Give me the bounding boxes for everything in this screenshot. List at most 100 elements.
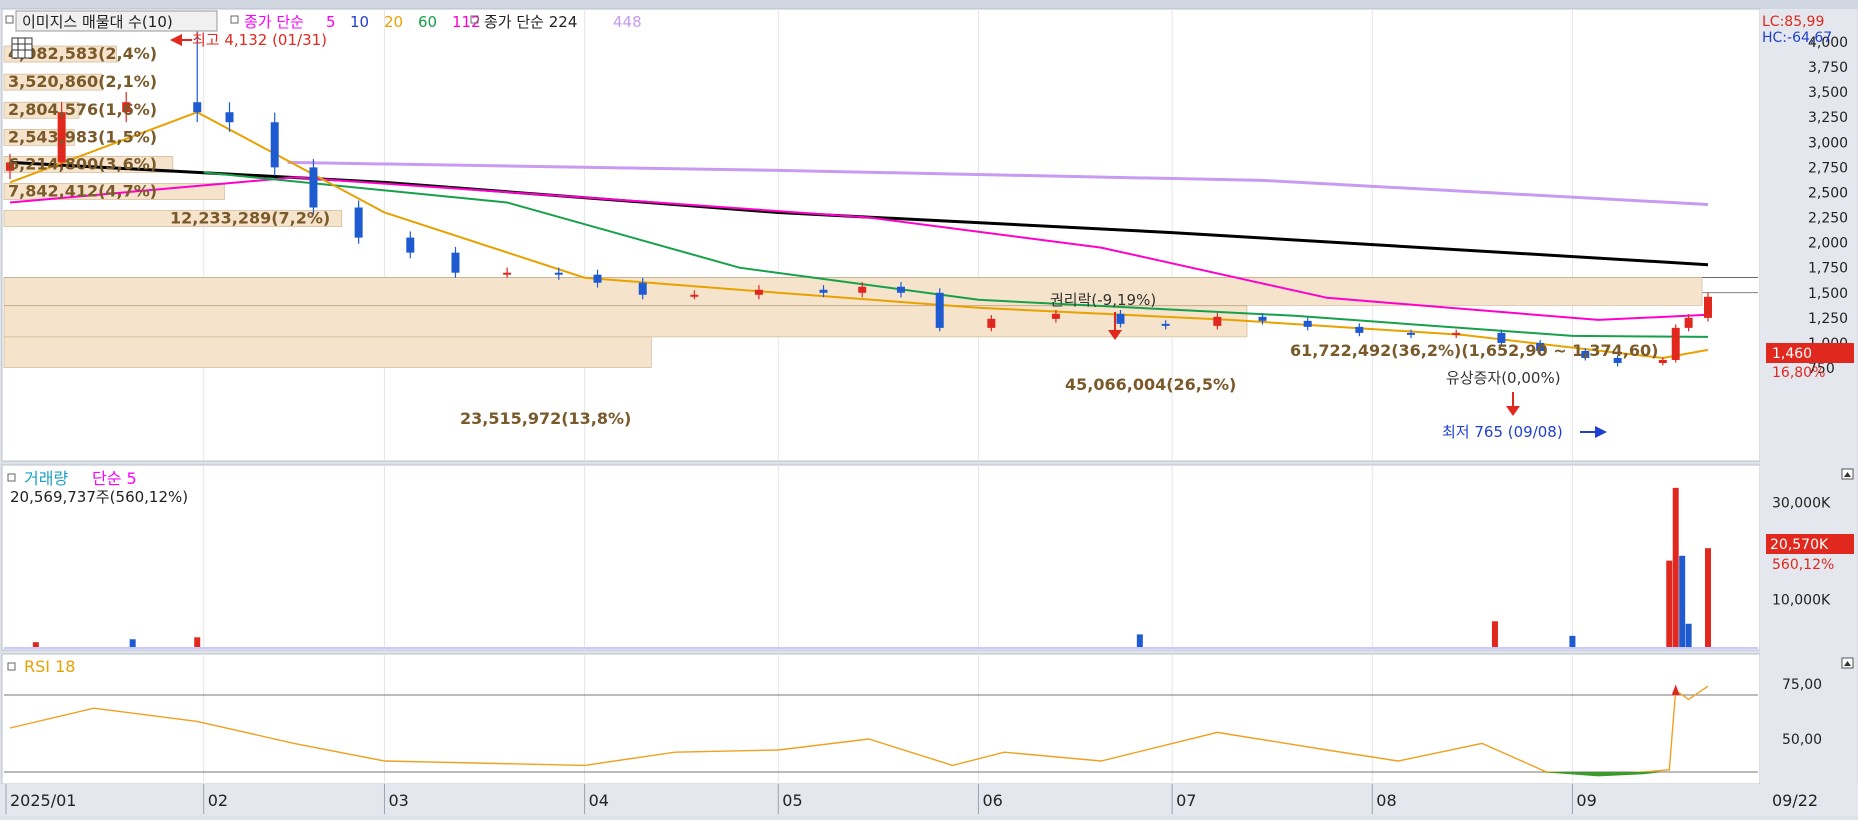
rsi-tick-label: 50,00 bbox=[1782, 732, 1822, 748]
volume-bar bbox=[129, 639, 136, 648]
x-axis-label: 02 bbox=[208, 791, 228, 810]
volume-bar bbox=[1672, 487, 1679, 648]
price-tick-label: 2,250 bbox=[1808, 211, 1848, 227]
candle-body bbox=[935, 292, 944, 328]
candle-body bbox=[225, 112, 234, 123]
x-axis-label: 03 bbox=[388, 791, 408, 810]
ma2-extra-label: 448 bbox=[613, 13, 642, 31]
hc-label: HC:-64,67 bbox=[1762, 30, 1832, 46]
x-axis-label: 2025/01 bbox=[10, 791, 76, 810]
x-axis-last-date: 09/22 bbox=[1772, 791, 1818, 810]
ma-period-label: 60 bbox=[418, 13, 437, 31]
volume-tick-label: 10,000K bbox=[1772, 592, 1831, 608]
x-axis-label: 09 bbox=[1576, 791, 1596, 810]
price-tick-label: 3,750 bbox=[1808, 60, 1848, 76]
low-label: 최저 765 (09/08) bbox=[1442, 423, 1563, 441]
volume-profile-bar bbox=[3, 277, 1703, 306]
price-tick-label: 3,250 bbox=[1808, 110, 1848, 126]
candle-body bbox=[1704, 296, 1712, 318]
candle-body bbox=[1671, 327, 1680, 360]
last-volume-pct: 560,12% bbox=[1772, 557, 1834, 573]
table-icon[interactable] bbox=[11, 37, 33, 59]
volume-profile-label: 61,722,492(36,2%)(1,652,90 ~ 1,374,60) bbox=[1290, 341, 1658, 360]
volume-profile-label: 45,066,004(26,5%) bbox=[1065, 375, 1236, 394]
x-axis-label: 05 bbox=[782, 791, 802, 810]
ma2-label: 종가 단순 224 bbox=[484, 13, 577, 31]
volume-profile-label: 6,214,800(3,6%) bbox=[8, 154, 157, 173]
indicator-title: 이미지스 매물대 수(10) bbox=[22, 13, 173, 31]
candle-body bbox=[858, 286, 867, 293]
candle-body bbox=[1407, 332, 1416, 335]
volume-bar bbox=[1685, 623, 1692, 648]
rsi-title: RSI 18 bbox=[24, 657, 75, 676]
candle-body bbox=[1684, 317, 1693, 328]
price-tick-label: 1,500 bbox=[1808, 286, 1848, 302]
last-price-value: 1,460 bbox=[1772, 346, 1812, 362]
last-price-change: 16,80% bbox=[1772, 365, 1825, 381]
volume-bar bbox=[1491, 621, 1498, 648]
candle-body bbox=[896, 286, 905, 293]
price-tick-label: 2,750 bbox=[1808, 160, 1848, 176]
volume-profile-label: 2,804,576(1,6%) bbox=[8, 100, 157, 119]
price-tick-label: 3,500 bbox=[1808, 85, 1848, 101]
x-axis-label: 04 bbox=[589, 791, 609, 810]
volume-bar bbox=[194, 637, 201, 648]
stock-chart-window: 4,082,583(2,4%) 3,520,860(2,1%) 2,804,576(… bbox=[0, 0, 1858, 816]
candle-body bbox=[690, 294, 699, 297]
candle-body bbox=[1116, 313, 1125, 324]
x-axis-label: 08 bbox=[1376, 791, 1396, 810]
candle-body bbox=[819, 289, 828, 293]
capital-increase-label: 유상증자(0,00%) bbox=[1446, 369, 1561, 387]
candle-body bbox=[451, 252, 460, 273]
high-annotation: 최고 4,132 (01/31) bbox=[170, 31, 327, 49]
candle-body bbox=[554, 272, 563, 275]
candle-body bbox=[503, 272, 512, 275]
lc-label: LC:85,99 bbox=[1762, 14, 1824, 30]
volume-bar bbox=[1679, 555, 1686, 648]
price-tick-label: 3,000 bbox=[1808, 135, 1848, 151]
candle-body bbox=[1213, 316, 1222, 326]
candle-body bbox=[754, 289, 763, 295]
candle-body bbox=[1258, 316, 1267, 321]
x-axis-label: 06 bbox=[982, 791, 1002, 810]
volume-bar bbox=[1569, 635, 1576, 648]
stock-chart[interactable]: 4,082,583(2,4%)3,520,860(2,1%)2,804,576(… bbox=[0, 0, 1858, 816]
ma-label: 종가 단순 bbox=[244, 13, 304, 31]
volume-ma-label: 단순 5 bbox=[92, 469, 137, 488]
volume-value-text: 20,569,737주(560,12%) bbox=[10, 488, 188, 506]
volume-profile-label: 7,842,412(4,7%) bbox=[8, 181, 157, 200]
volume-profile-label: 2,543,983(1,5%) bbox=[8, 127, 157, 146]
candle-body bbox=[1303, 320, 1312, 327]
price-panel[interactable] bbox=[1, 8, 1761, 462]
candle-body bbox=[1355, 326, 1364, 333]
rsi-tick-label: 75,00 bbox=[1782, 677, 1822, 693]
candle-body bbox=[270, 122, 279, 168]
candle-body bbox=[193, 102, 202, 113]
ma-period-label: 5 bbox=[326, 13, 336, 31]
candle-body bbox=[1161, 323, 1170, 326]
candle-body bbox=[638, 282, 647, 295]
volume-profile-bar bbox=[3, 336, 652, 368]
candle-body bbox=[987, 318, 996, 328]
ma-period-label: 10 bbox=[350, 13, 369, 31]
price-tick-label: 2,000 bbox=[1808, 236, 1848, 252]
high-label: 최고 4,132 (01/31) bbox=[192, 31, 327, 49]
candle-body bbox=[1658, 359, 1667, 363]
candle-body bbox=[354, 207, 363, 238]
candle-body bbox=[1452, 332, 1461, 335]
candle-body bbox=[1051, 313, 1060, 319]
volume-profile-label: 3,520,860(2,1%) bbox=[8, 72, 157, 91]
volume-profile-label: 23,515,972(13,8%) bbox=[460, 409, 631, 428]
last-volume-value: 20,570K bbox=[1770, 537, 1829, 553]
candle-body bbox=[309, 167, 318, 208]
top-toolbar-strip bbox=[0, 0, 1858, 9]
volume-profile-label: 12,233,289(7,2%) bbox=[170, 209, 330, 228]
volume-title: 거래량 bbox=[24, 469, 68, 488]
price-tick-label: 2,500 bbox=[1808, 185, 1848, 201]
volume-tick-label: 30,000K bbox=[1772, 495, 1831, 511]
candle-body bbox=[593, 274, 602, 283]
x-axis-label: 07 bbox=[1176, 791, 1196, 810]
ma-period-label: 20 bbox=[384, 13, 403, 31]
price-tick-label: 1,750 bbox=[1808, 261, 1848, 277]
rsi-panel[interactable] bbox=[1, 653, 1761, 785]
